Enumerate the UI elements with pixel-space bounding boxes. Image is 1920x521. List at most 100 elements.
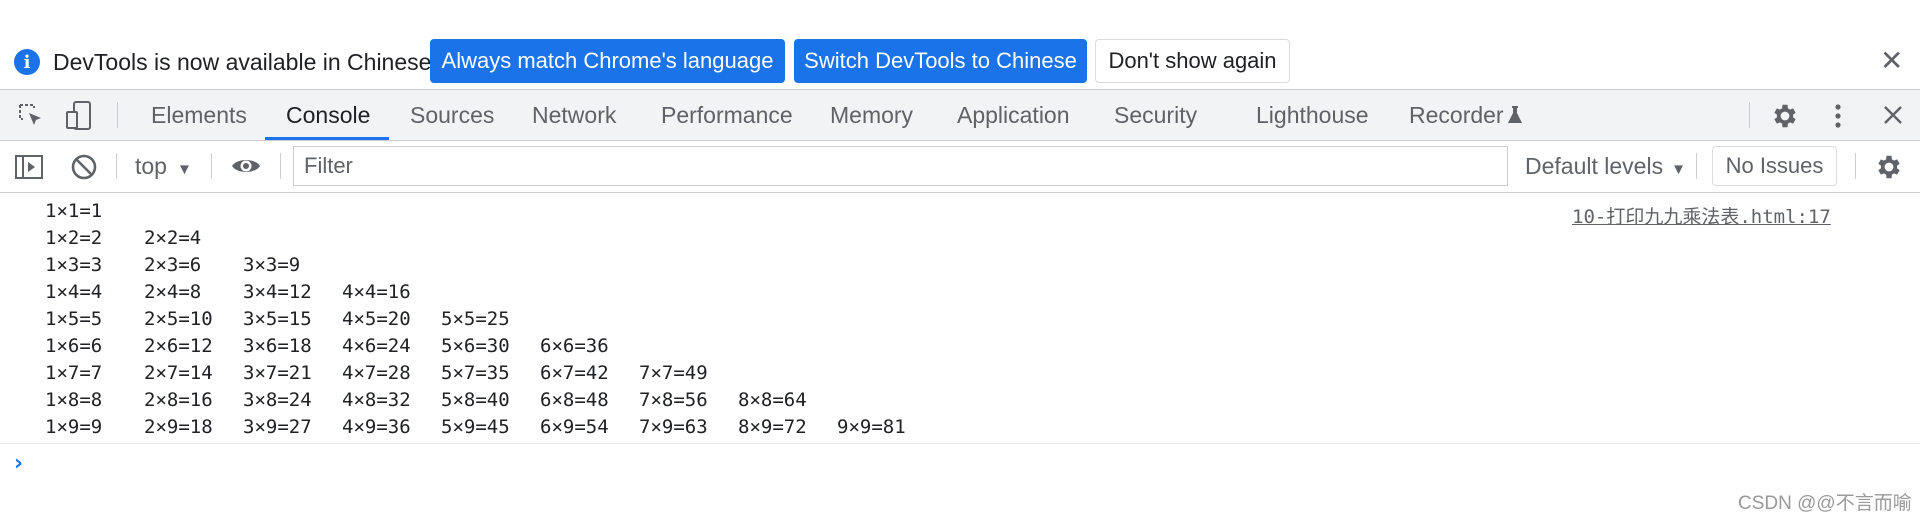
multiplication-entry: 4×7=28 — [342, 362, 411, 384]
multiplication-entry: 4×5=20 — [342, 308, 411, 330]
multiplication-entry: 9×9=81 — [837, 416, 906, 438]
multiplication-entry: 5×9=45 — [441, 416, 510, 438]
multiplication-entry: 1×5=5 — [45, 308, 103, 330]
multiplication-entry: 2×6=12 — [144, 335, 213, 357]
toolbar-divider — [1749, 102, 1750, 128]
multiplication-entry: 5×6=30 — [441, 335, 510, 357]
multiplication-entry: 2×7=14 — [144, 362, 213, 384]
tab-elements[interactable]: Elements — [151, 102, 247, 129]
multiplication-entry: 6×7=42 — [540, 362, 609, 384]
dont-show-again-button[interactable]: Don't show again — [1095, 39, 1290, 83]
multiplication-entry: 3×6=18 — [243, 335, 312, 357]
multiplication-entry: 1×1=1 — [45, 200, 103, 222]
more-options-icon[interactable] — [1828, 101, 1848, 131]
multiplication-entry: 2×8=16 — [144, 389, 213, 411]
multiplication-entry: 7×8=56 — [639, 389, 708, 411]
chevron-down-icon: ▼ — [1671, 161, 1686, 178]
multiplication-entry: 1×3=3 — [45, 254, 103, 276]
watermark: CSDN @@不言而喻 — [1738, 493, 1912, 514]
close-icon[interactable]: ✕ — [1880, 46, 1903, 76]
switch-to-chinese-button[interactable]: Switch DevTools to Chinese — [794, 39, 1087, 83]
console-output: 10-打印九九乘法表.html:17 1×1=1 1×2=2 2×2=4 1×3=3 2… — [0, 193, 1920, 443]
multiplication-entry: 2×4=8 — [144, 281, 202, 303]
tab-console[interactable]: Console — [286, 102, 370, 129]
log-levels-dropdown[interactable]: Default levels ▼ — [1525, 153, 1686, 180]
console-message: 1×2=2 2×2=4 — [0, 224, 1920, 251]
always-match-language-button[interactable]: Always match Chrome's language — [430, 39, 785, 83]
clear-console-icon[interactable] — [70, 153, 98, 181]
console-message: 1×7=7 2×7=14 3×7=21 4×7=28 5×7=35 6×7=42 7×7=4… — [0, 359, 1920, 386]
settings-gear-icon[interactable] — [1770, 101, 1800, 131]
multiplication-entry: 1×7=7 — [45, 362, 103, 384]
infobar-message: DevTools is now available in Chinese! — [53, 49, 438, 75]
issues-button[interactable]: No Issues — [1712, 146, 1837, 186]
multiplication-entry: 2×9=18 — [144, 416, 213, 438]
multiplication-entry: 3×3=9 — [243, 254, 301, 276]
console-message: 1×4=4 2×4=8 3×4=12 4×4=16 — [0, 278, 1920, 305]
multiplication-entry: 7×7=49 — [639, 362, 708, 384]
console-prompt-divider — [0, 443, 1920, 444]
device-toolbar-icon[interactable] — [65, 100, 93, 132]
toolbar-divider — [116, 153, 117, 179]
toolbar-divider — [1696, 153, 1697, 179]
tab-application[interactable]: Application — [957, 102, 1070, 129]
tab-security[interactable]: Security — [1114, 102, 1197, 129]
multiplication-entry: 1×6=6 — [45, 335, 103, 357]
tab-lighthouse[interactable]: Lighthouse — [1256, 102, 1369, 129]
sidebar-toggle-icon[interactable] — [14, 154, 44, 180]
multiplication-entry: 1×2=2 — [45, 227, 103, 249]
multiplication-entry: 7×9=63 — [639, 416, 708, 438]
experimental-flask-icon — [1508, 106, 1522, 123]
tab-memory[interactable]: Memory — [830, 102, 913, 129]
multiplication-entry: 4×4=16 — [342, 281, 411, 303]
multiplication-entry: 6×8=48 — [540, 389, 609, 411]
close-devtools-icon[interactable] — [1882, 104, 1904, 126]
console-message: 1×6=6 2×6=12 3×6=18 4×6=24 5×6=30 6×6=36 — [0, 332, 1920, 359]
console-message: 1×5=5 2×5=10 3×5=15 4×5=20 5×5=25 — [0, 305, 1920, 332]
multiplication-entry: 3×8=24 — [243, 389, 312, 411]
console-prompt-icon[interactable]: › — [14, 451, 23, 476]
filter-input[interactable] — [293, 146, 1508, 186]
live-expression-eye-icon[interactable] — [230, 155, 262, 177]
tab-performance[interactable]: Performance — [661, 102, 793, 129]
console-message: 1×3=3 2×3=6 3×3=9 — [0, 251, 1920, 278]
console-message: 1×9=9 2×9=18 3×9=27 4×9=36 5×9=45 6×9=54 7×9=6… — [0, 413, 1920, 440]
tab-sources[interactable]: Sources — [410, 102, 494, 129]
multiplication-entry: 5×5=25 — [441, 308, 510, 330]
console-settings-gear-icon[interactable] — [1874, 152, 1904, 182]
log-levels-label: Default levels — [1525, 153, 1664, 179]
multiplication-entry: 4×9=36 — [342, 416, 411, 438]
devtools-tab-bar: Elements Console Sources Network Perform… — [0, 89, 1920, 141]
inspect-element-icon[interactable] — [17, 102, 45, 130]
active-tab-indicator — [265, 137, 389, 140]
multiplication-entry: 1×8=8 — [45, 389, 103, 411]
tab-network[interactable]: Network — [532, 102, 616, 129]
multiplication-entry: 4×8=32 — [342, 389, 411, 411]
console-message: 1×1=1 — [0, 197, 1920, 224]
multiplication-entry: 5×8=40 — [441, 389, 510, 411]
multiplication-entry: 8×8=64 — [738, 389, 807, 411]
multiplication-entry: 6×6=36 — [540, 335, 609, 357]
multiplication-entry: 3×7=21 — [243, 362, 312, 384]
toolbar-divider — [117, 102, 118, 128]
console-message: 1×8=8 2×8=16 3×8=24 4×8=32 5×8=40 6×8=48 7×8=5… — [0, 386, 1920, 413]
multiplication-entry: 2×2=4 — [144, 227, 202, 249]
multiplication-entry: 3×9=27 — [243, 416, 312, 438]
multiplication-entry: 3×5=15 — [243, 308, 312, 330]
multiplication-entry: 2×3=6 — [144, 254, 202, 276]
chevron-down-icon: ▼ — [176, 161, 192, 178]
multiplication-entry: 6×9=54 — [540, 416, 609, 438]
multiplication-entry: 1×4=4 — [45, 281, 103, 303]
toolbar-divider — [1855, 153, 1856, 179]
language-infobar: i DevTools is now available in Chinese! … — [0, 36, 1920, 88]
multiplication-entry: 2×5=10 — [144, 308, 213, 330]
multiplication-entry: 4×6=24 — [342, 335, 411, 357]
multiplication-entry: 5×7=35 — [441, 362, 510, 384]
console-toolbar: top ▼ Default levels ▼ No Issues — [0, 141, 1920, 193]
toolbar-divider — [211, 153, 212, 179]
context-value: top — [135, 153, 167, 179]
multiplication-entry: 3×4=12 — [243, 281, 312, 303]
info-icon: i — [14, 49, 40, 75]
context-selector[interactable]: top ▼ — [135, 153, 192, 180]
tab-recorder[interactable]: Recorder — [1409, 102, 1504, 129]
